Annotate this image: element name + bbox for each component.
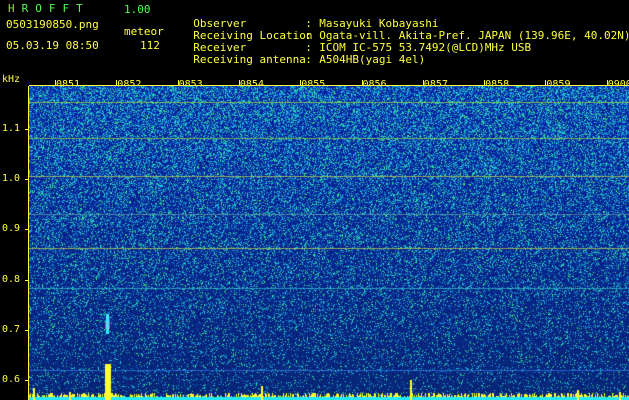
meteor-count: 112 <box>140 39 160 52</box>
info-key: Receiving antenna <box>193 53 306 66</box>
frequency-tick-label: 0.7 <box>2 323 21 335</box>
frequency-tick-label: 0.9 <box>2 223 21 235</box>
file-name: 0503190850.png <box>6 18 99 31</box>
mode-label: meteor <box>124 25 164 38</box>
frequency-tick-label: 1.0 <box>2 173 21 185</box>
date-time: 05.03.19 08:50 <box>6 39 99 52</box>
app-title: HROFFT <box>8 2 90 15</box>
axis-unit-label: kHz <box>2 74 21 85</box>
info-antenna: Receiving antenna: A504HB(yagi 4el) <box>180 40 425 66</box>
info-sep: : <box>305 53 312 66</box>
info-value: A504HB(yagi 4el) <box>319 53 426 66</box>
spectrogram[interactable] <box>29 86 629 400</box>
frequency-tick-label: 0.8 <box>2 273 21 285</box>
frequency-tick-label: 1.1 <box>2 123 21 134</box>
frequency-tick-label: 0.6 <box>2 374 21 385</box>
app-version: 1.00 <box>124 3 151 16</box>
